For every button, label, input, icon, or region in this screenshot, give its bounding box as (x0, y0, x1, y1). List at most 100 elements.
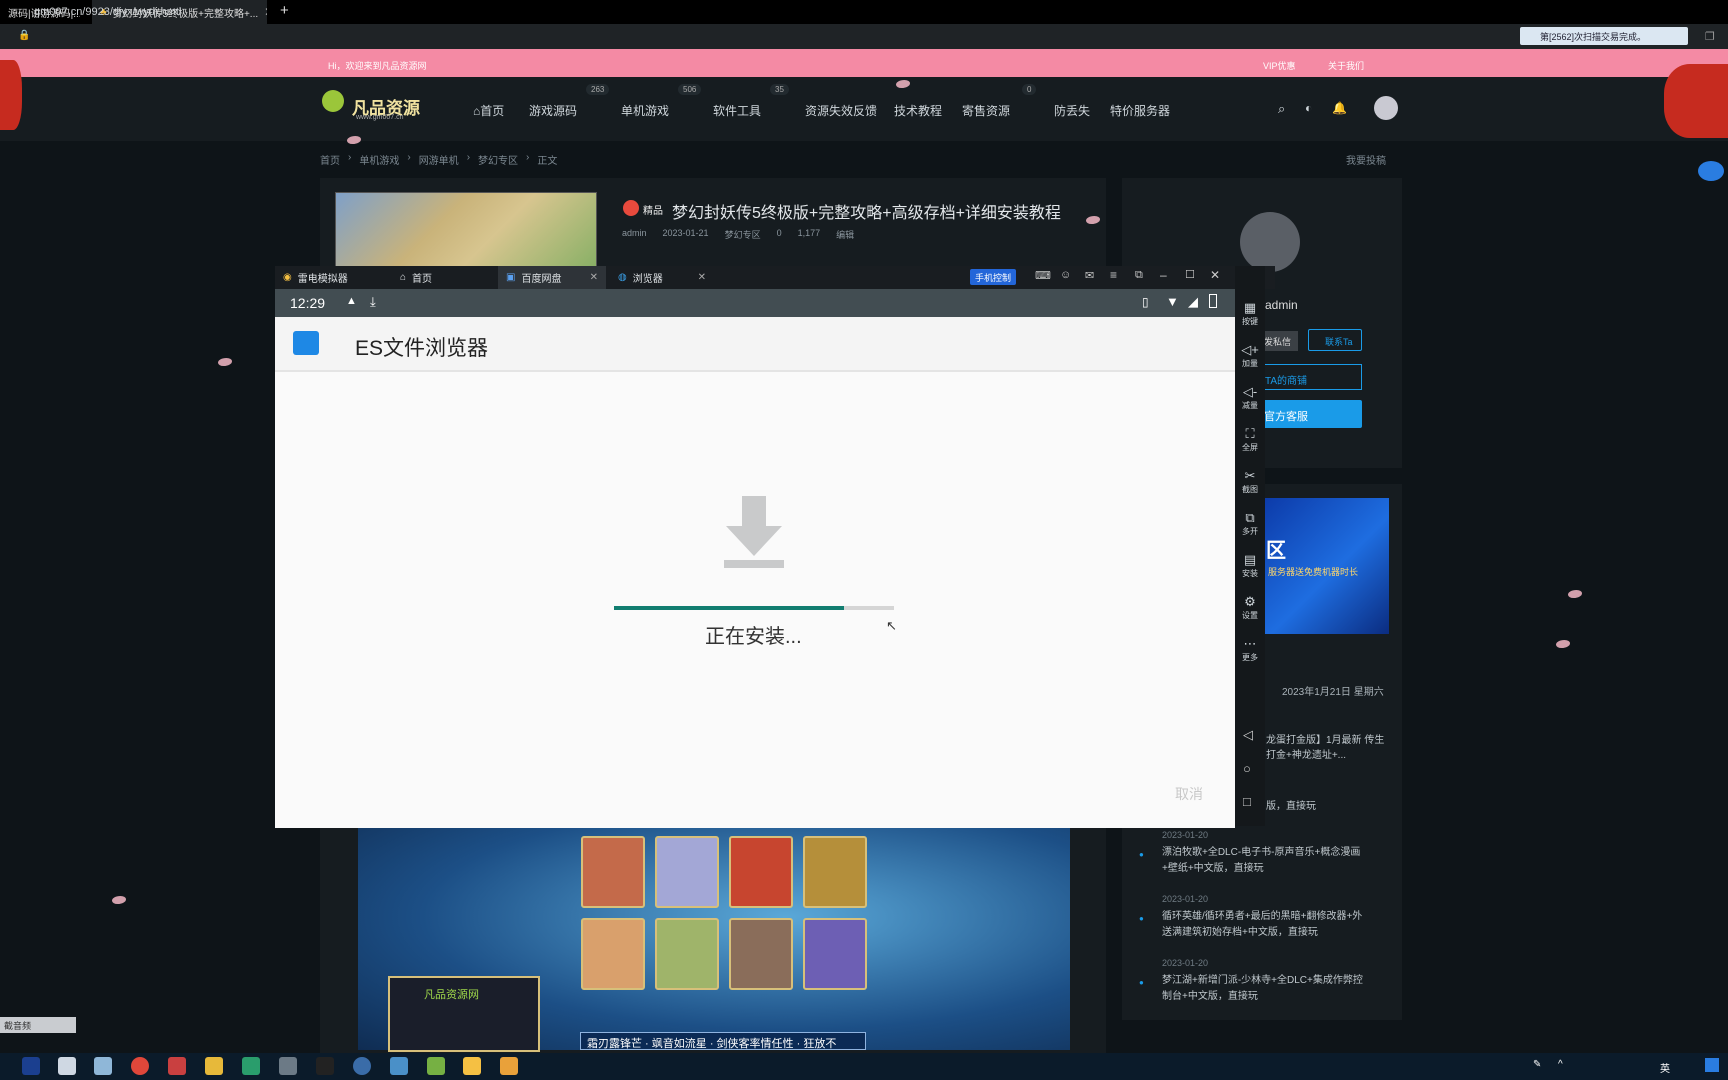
terminal-icon[interactable] (316, 1057, 334, 1075)
photoshop-icon[interactable] (22, 1057, 40, 1075)
app-icon[interactable] (94, 1057, 112, 1075)
vip-link[interactable]: VIP优惠 (1263, 59, 1296, 72)
android-icon[interactable] (427, 1057, 445, 1075)
pin-icon[interactable]: ⧉ (1135, 269, 1143, 282)
user-icon[interactable]: ☺ (1060, 269, 1071, 281)
new-tab-button[interactable]: + (280, 2, 289, 19)
minimize-icon[interactable]: – (1160, 268, 1167, 282)
author-avatar[interactable] (1240, 212, 1300, 272)
nav-game-source[interactable]: 游戏源码 (529, 102, 577, 119)
nav-consign[interactable]: 寄售资源 (962, 102, 1010, 119)
app-icon[interactable] (353, 1057, 371, 1075)
ldplayer-icon[interactable] (463, 1057, 481, 1075)
menu-icon[interactable]: ≡ (1110, 268, 1117, 282)
app-icon[interactable] (390, 1057, 408, 1075)
bullet-icon: ● (1139, 914, 1144, 923)
nav-label: 首页 (480, 104, 505, 118)
notification-icon[interactable] (1705, 1058, 1719, 1072)
post-edit[interactable]: 编辑 (836, 228, 854, 241)
nav-single-game[interactable]: 单机游戏 (621, 102, 669, 119)
nav-anti-lost[interactable]: 防丢失 (1054, 102, 1090, 119)
close-icon[interactable]: ✕ (1210, 268, 1220, 282)
bell-icon[interactable]: 🔔 (1332, 101, 1347, 115)
close-icon[interactable]: ✕ (698, 272, 706, 283)
phone-control-button[interactable]: 手机控制 (970, 269, 1017, 285)
chevron-up-icon[interactable]: ^ (1558, 1059, 1563, 1070)
volume-down-button[interactable]: ◁- 减量 (1235, 384, 1265, 411)
emulator-tab-desktop[interactable]: ⌂ 首页 (392, 266, 492, 289)
settings-button[interactable]: ⚙ 设置 (1235, 594, 1265, 621)
screenshot-button[interactable]: ✂ 截图 (1235, 468, 1265, 495)
news-item[interactable]: 漂泊牧歌+全DLC-电子书-原声音乐+概念漫画+壁纸+中文版，直接玩 (1162, 845, 1372, 877)
gear-icon: ⚙ (1244, 594, 1256, 609)
emulator-tab-home[interactable]: ◉ 雷电模拟器 (275, 266, 387, 289)
install-apk-button[interactable]: ▤ 安装 (1235, 552, 1265, 579)
article-thumbnail[interactable] (335, 192, 597, 268)
nav-tutorial[interactable]: 技术教程 (894, 102, 942, 119)
breadcrumb-item[interactable]: 单机游戏 (359, 152, 399, 167)
es-app-icon (293, 331, 319, 355)
hero-portrait (803, 836, 867, 908)
emulator-tab-browser[interactable]: ◍ 浏览器 ✕ (610, 266, 714, 289)
news-item[interactable]: 循环英雄/循环勇者+最后的黑暗+翻修改器+外送满建筑初始存档+中文版，直接玩 (1162, 909, 1372, 941)
ad-subtitle: 服务器送免费机器时长 (1268, 567, 1359, 577)
window-icon[interactable]: ❐ (1705, 30, 1715, 43)
url-field[interactable]: gm007.cn/9923/djyx/wydj.hmtl (34, 6, 181, 18)
shop-button[interactable]: TA的商铺 (1262, 364, 1362, 390)
avatar[interactable] (1374, 96, 1398, 120)
cancel-button[interactable]: 取消 (1175, 784, 1203, 804)
ime-indicator[interactable]: 英 (1660, 1060, 1670, 1075)
mail-icon[interactable]: ✉ (1085, 269, 1094, 282)
post-category[interactable]: 梦幻专区 (725, 228, 761, 241)
banner-logo-text: 凡品资源网 (424, 989, 479, 1001)
download-notification[interactable]: 第[2562]次扫描交易完成。 (1520, 27, 1688, 45)
follow-button[interactable]: 联系Ta (1308, 329, 1362, 351)
emulator-tab-baidu[interactable]: ▣ 百度网盘 ✕ (498, 266, 606, 289)
submit-post-link[interactable]: 我要投稿 (1346, 152, 1386, 167)
search-icon[interactable]: ⌕ (1278, 101, 1285, 117)
app-title: ES文件浏览器 (355, 337, 489, 360)
fullscreen-button[interactable]: ⛶ 全屏 (1235, 426, 1265, 453)
volume-down-icon: ◁- (1242, 384, 1258, 399)
bullet-icon: ● (1139, 978, 1144, 987)
app-icon[interactable] (279, 1057, 297, 1075)
news-item[interactable]: 梦江湖+新增门派-少林寺+全DLC+集成作弊控制台+中文版，直接玩 (1162, 973, 1372, 1005)
close-icon[interactable]: ✕ (264, 5, 267, 19)
nav-software[interactable]: 软件工具 (713, 102, 761, 119)
breadcrumb-item[interactable]: 网游单机 (419, 152, 459, 167)
breadcrumb-item[interactable]: 首页 (320, 152, 340, 167)
app-icon[interactable] (168, 1057, 186, 1075)
service-button[interactable]: 官方客服 (1262, 400, 1362, 428)
home-circle-icon[interactable]: ○ (1243, 761, 1251, 776)
pen-icon[interactable]: ✎ (1533, 1059, 1541, 1070)
address-bar[interactable] (0, 24, 1728, 49)
app-icon[interactable] (242, 1057, 260, 1075)
theme-icon[interactable]: ◐ (1305, 101, 1312, 115)
post-author[interactable]: admin (622, 228, 647, 241)
recents-icon[interactable]: □ (1243, 794, 1251, 809)
maximize-icon[interactable]: ☐ (1185, 268, 1195, 281)
keymap-button[interactable]: ▦ 按键 (1235, 300, 1265, 327)
chrome-icon[interactable] (131, 1057, 149, 1075)
folder-icon[interactable] (205, 1057, 223, 1075)
news-item[interactable]: 龙蛋打金版】1月最新 传生打金+神龙遗址+... (1266, 733, 1386, 763)
gamepad-icon[interactable]: ⌨ (1035, 269, 1051, 282)
private-message-button[interactable]: 发私信 (1262, 331, 1298, 351)
nav-feedback[interactable]: 资源失效反馈 (805, 102, 877, 119)
post-likes[interactable]: 0 (777, 228, 782, 241)
about-link[interactable]: 关于我们 (1328, 59, 1364, 72)
notepad-icon[interactable] (58, 1057, 76, 1075)
nav-home[interactable]: ⌂首页 (473, 102, 504, 119)
nav-server[interactable]: 特价服务器 (1110, 102, 1170, 119)
baidu-float-icon[interactable] (1698, 161, 1724, 181)
volume-up-button[interactable]: ◁+ 加量 (1235, 342, 1265, 369)
app-icon[interactable] (500, 1057, 518, 1075)
news-item[interactable]: 版，直接玩 (1266, 797, 1316, 812)
multi-instance-button[interactable]: ⧉ 多开 (1235, 510, 1265, 537)
back-icon[interactable]: ◁ (1243, 727, 1253, 743)
author-name[interactable]: admin (1265, 298, 1298, 312)
audio-capture-label[interactable]: 截音频 (0, 1017, 76, 1033)
close-icon[interactable]: ✕ (590, 272, 598, 283)
more-button[interactable]: ⋯ 更多 (1235, 636, 1265, 663)
breadcrumb-item[interactable]: 梦幻专区 (478, 152, 518, 167)
